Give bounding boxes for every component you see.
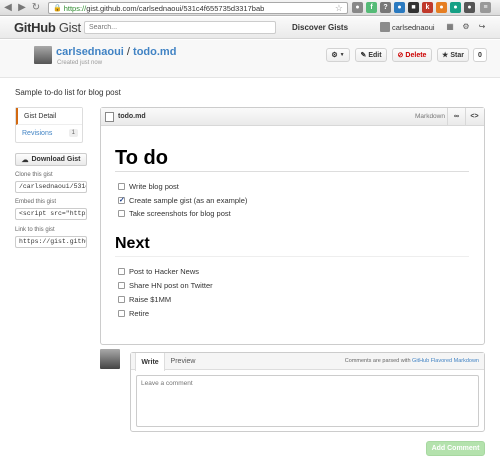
search-input[interactable] (84, 21, 276, 34)
task-checkbox[interactable] (118, 182, 125, 190)
site-header: GitHub Gist Discover Gists carlsednaoui … (0, 17, 500, 39)
file-icon (105, 112, 114, 122)
owner-avatar[interactable] (34, 46, 52, 64)
task-item[interactable]: ✓ Create sample gist (as an example) (118, 195, 247, 205)
markdown-heading-1: To do (115, 147, 168, 169)
clone-url-field[interactable]: /carlsednaoui/531c4f (15, 181, 87, 193)
task-checkbox[interactable] (118, 281, 125, 289)
created-timestamp: Created just now (57, 60, 103, 66)
extension-icon[interactable]: ● (352, 2, 363, 13)
file-header: todo.md Markdown ∞ <> (101, 108, 484, 126)
comment-tabs: Write Preview Comments are parsed with G… (131, 353, 484, 371)
forward-icon[interactable]: ▶ (16, 2, 28, 14)
download-gist-button[interactable]: ☁ Download Gist (15, 153, 87, 166)
back-icon[interactable]: ◀ (2, 2, 14, 14)
task-checkbox[interactable] (118, 309, 125, 317)
star-count: 0 (473, 48, 487, 62)
task-item[interactable]: Post to Hacker News (118, 266, 199, 276)
title-separator: / (126, 46, 130, 58)
gist-description: Sample to-do list for blog post (15, 88, 121, 97)
task-item[interactable]: Retire (118, 308, 149, 318)
gist-logo[interactable]: GitHub Gist (14, 20, 81, 35)
file-name: todo.md (118, 113, 146, 120)
link-url-field[interactable]: https://gist.github (15, 236, 87, 248)
star-icon: ★ (442, 52, 449, 59)
task-item[interactable]: Take screenshots for blog post (118, 208, 231, 218)
gfm-link[interactable]: GitHub Flavored Markdown (412, 358, 479, 364)
extension-icon[interactable]: ? (380, 2, 391, 13)
file-container: todo.md Markdown ∞ <> (100, 107, 485, 345)
comment-textarea[interactable] (136, 375, 479, 427)
heading-divider (115, 171, 469, 172)
extension-icon[interactable]: ● (450, 2, 461, 13)
star-button[interactable]: ★ Star (437, 48, 469, 62)
url-path: gist.github.com/carlsednaoui/531c4f65573… (86, 3, 265, 13)
task-item[interactable]: Write blog post (118, 181, 179, 191)
sidebar-item-gist-detail[interactable]: Gist Detail (16, 108, 82, 125)
extension-icon[interactable]: ● (436, 2, 447, 13)
tab-write[interactable]: Write (135, 353, 165, 371)
sign-out-icon[interactable]: ↪ (477, 22, 487, 32)
markdown-heading-2: Next (115, 235, 150, 252)
embed-code-field[interactable]: <script src="https: (15, 208, 87, 220)
extension-icon[interactable]: ■ (408, 2, 419, 13)
browser-toolbar: ◀ ▶ ↻ 🔒 https://gist.github.com/carlsedn… (0, 0, 500, 16)
link-icon[interactable]: ∞ (447, 108, 465, 126)
clone-label: Clone this gist (15, 172, 53, 178)
task-checkbox[interactable] (118, 295, 125, 303)
extension-icon[interactable]: ● (394, 2, 405, 13)
url-scheme: https:// (63, 3, 87, 13)
delete-icon: ⊘ (397, 52, 404, 59)
comment-form: Write Preview Comments are parsed with G… (130, 352, 485, 432)
task-checkbox[interactable]: ✓ (118, 196, 125, 204)
download-icon: ☁ (21, 156, 29, 164)
file-language: Markdown (415, 113, 445, 120)
revisions-count: 1 (68, 129, 78, 137)
settings-icon[interactable]: ⚙ (461, 22, 471, 32)
extension-icon[interactable]: f (366, 2, 377, 13)
task-item[interactable]: Share HN post on Twitter (118, 280, 213, 290)
menu-icon[interactable]: ≡ (480, 2, 491, 13)
new-gist-icon[interactable]: ▦ (445, 22, 455, 32)
gear-icon: ⚙ (331, 52, 338, 59)
sidebar-item-revisions[interactable]: Revisions 1 (16, 125, 82, 142)
heading-divider (115, 256, 469, 257)
reload-icon[interactable]: ↻ (30, 2, 42, 14)
task-item[interactable]: Raise $1MM (118, 294, 171, 304)
edit-button[interactable]: ✎ Edit (355, 48, 387, 62)
owner-link[interactable]: carlsednaoui (56, 46, 124, 58)
markdown-note: Comments are parsed with GitHub Flavored… (344, 358, 479, 364)
link-label: Link to this gist (15, 227, 55, 233)
address-bar[interactable]: 🔒 https://gist.github.com/carlsednaoui/5… (48, 2, 348, 14)
embed-label: Embed this gist (15, 199, 57, 205)
username-link[interactable]: carlsednaoui (392, 23, 435, 32)
commenter-avatar (100, 349, 120, 369)
view-raw-icon[interactable]: <> (465, 108, 483, 126)
lock-icon: 🔒 (53, 5, 62, 12)
delete-button[interactable]: ⊘ Delete (392, 48, 432, 62)
gist-title: carlsednaoui / todo.md (56, 46, 176, 58)
task-checkbox[interactable] (118, 267, 125, 275)
bookmark-star-icon[interactable]: ☆ (335, 3, 343, 14)
tab-preview[interactable]: Preview (167, 353, 199, 370)
add-comment-button[interactable]: Add Comment (426, 441, 485, 456)
gist-file-link[interactable]: todo.md (133, 46, 176, 58)
avatar[interactable] (380, 22, 390, 32)
discover-gists-link[interactable]: Discover Gists (292, 23, 348, 32)
extension-icon[interactable]: k (422, 2, 433, 13)
task-checkbox[interactable] (118, 209, 125, 217)
pencil-icon: ✎ (360, 52, 367, 59)
chevron-down-icon: ▼ (339, 52, 345, 58)
sidebar-nav: Gist Detail Revisions 1 (15, 107, 83, 143)
settings-dropdown-button[interactable]: ⚙ ▼ (326, 48, 350, 62)
extension-icon[interactable]: ● (464, 2, 475, 13)
